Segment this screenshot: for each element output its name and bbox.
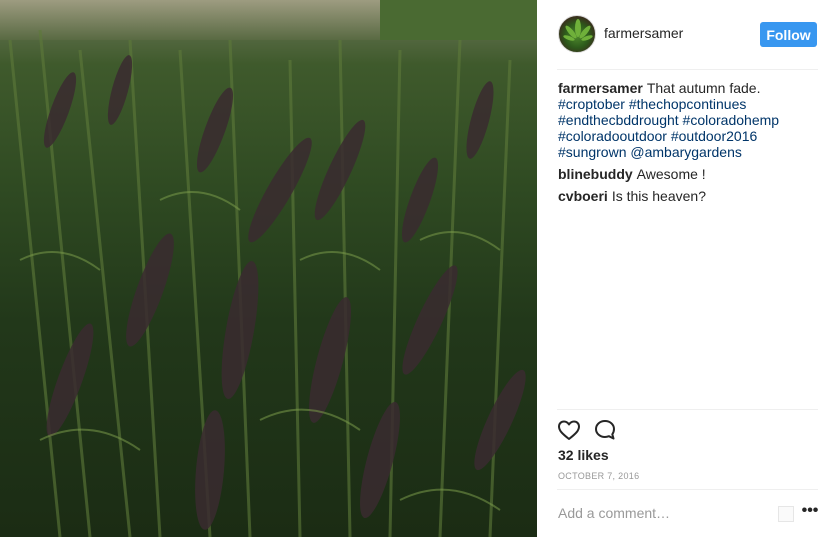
likes-count[interactable]: 32 likes bbox=[558, 447, 609, 463]
post-header: farmersamer Follow bbox=[537, 0, 838, 70]
caption: farmersamer That autumn fade. #croptober … bbox=[558, 80, 820, 160]
composer-divider bbox=[557, 489, 818, 490]
actions-divider bbox=[557, 409, 818, 410]
hashtag-line[interactable]: #sungrown @ambarygardens bbox=[558, 144, 820, 160]
avatar[interactable] bbox=[558, 15, 596, 53]
more-options-icon[interactable]: ••• bbox=[800, 503, 820, 521]
follow-button[interactable]: Follow bbox=[760, 22, 817, 47]
comment-item: cvboeri Is this heaven? bbox=[558, 188, 820, 204]
comment-bubble-icon[interactable] bbox=[593, 418, 617, 442]
post-author-username[interactable]: farmersamer bbox=[604, 25, 683, 41]
hashtag-line[interactable]: #croptober #thechopcontinues bbox=[558, 96, 820, 112]
comment-username[interactable]: cvboeri bbox=[558, 188, 608, 204]
comment-text: Is this heaven? bbox=[611, 188, 706, 204]
caption-text: That autumn fade. bbox=[646, 80, 761, 96]
comment-text: Awesome ! bbox=[636, 166, 706, 182]
post-date: OCTOBER 7, 2016 bbox=[558, 471, 640, 481]
comment-item: blinebuddy Awesome ! bbox=[558, 166, 820, 182]
placeholder-box bbox=[778, 506, 794, 522]
comment-username[interactable]: blinebuddy bbox=[558, 166, 633, 182]
post-photo[interactable] bbox=[0, 0, 537, 537]
comments-list: farmersamer That autumn fade. #croptober … bbox=[558, 80, 820, 210]
leaf-avatar-icon bbox=[563, 19, 593, 41]
cannabis-field-image bbox=[0, 0, 537, 537]
add-comment-input[interactable] bbox=[558, 503, 768, 523]
caption-username[interactable]: farmersamer bbox=[558, 80, 643, 96]
hashtag-line[interactable]: #endthecbddrought #coloradohemp bbox=[558, 112, 820, 128]
hashtag-line[interactable]: #coloradooutdoor #outdoor2016 bbox=[558, 128, 820, 144]
header-divider bbox=[557, 69, 818, 70]
post-side-panel: farmersamer Follow farmersamer That autum… bbox=[537, 0, 838, 537]
heart-icon[interactable] bbox=[557, 418, 581, 442]
